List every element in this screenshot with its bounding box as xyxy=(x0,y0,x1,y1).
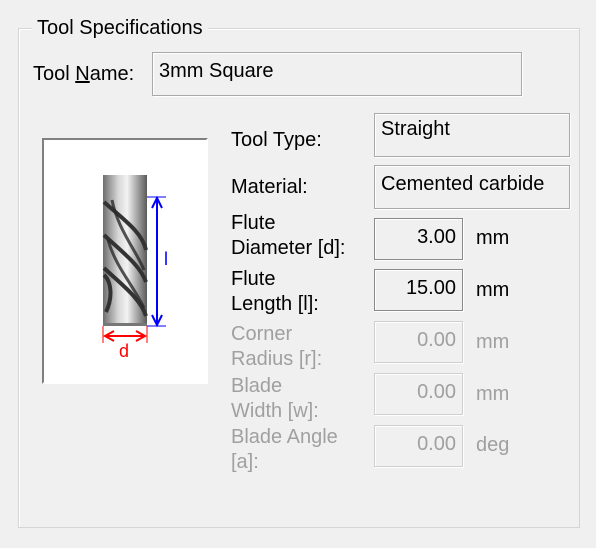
corner-radius-input[interactable]: 0.00 xyxy=(374,321,463,363)
material-field[interactable]: Cemented carbide xyxy=(374,165,570,209)
tool-shank xyxy=(103,175,147,199)
flute-diameter-unit: mm xyxy=(476,227,510,249)
length-symbol: l xyxy=(164,249,168,269)
diameter-symbol: d xyxy=(119,341,129,361)
blade-angle-label: Blade Angle [a]: xyxy=(231,426,338,473)
flute-length-label: Flute Length [l]: xyxy=(231,268,319,315)
tool-type-label: Tool Type: xyxy=(231,129,322,151)
blade-angle-input[interactable]: 0.00 xyxy=(374,425,463,467)
flute-length-unit: mm xyxy=(476,279,510,301)
blade-width-unit: mm xyxy=(476,383,510,405)
tool-name-label: Tool Name: xyxy=(33,63,135,85)
group-title: Tool Specifications xyxy=(32,15,208,41)
corner-radius-unit: mm xyxy=(476,331,510,353)
material-label: Material: xyxy=(231,176,308,198)
blade-angle-unit: deg xyxy=(476,434,510,456)
flute-diameter-label: Flute Diameter [d]: xyxy=(231,212,346,259)
flute-length-input[interactable]: 15.00 xyxy=(374,269,463,311)
tool-name-input[interactable]: 3mm Square xyxy=(152,52,522,96)
tool-specifications-panel: Tool Specifications Tool Name: 3mm Squar… xyxy=(0,0,596,548)
flute-diameter-input[interactable]: 3.00 xyxy=(374,218,463,260)
blade-width-label: Blade Width [w]: xyxy=(231,375,319,422)
tool-image-frame: l d xyxy=(42,138,208,384)
tool-type-field[interactable]: Straight xyxy=(374,113,570,157)
end-mill-diagram: l d xyxy=(102,175,168,361)
blade-width-input[interactable]: 0.00 xyxy=(374,373,463,415)
corner-radius-label: Corner Radius [r]: xyxy=(231,323,323,370)
